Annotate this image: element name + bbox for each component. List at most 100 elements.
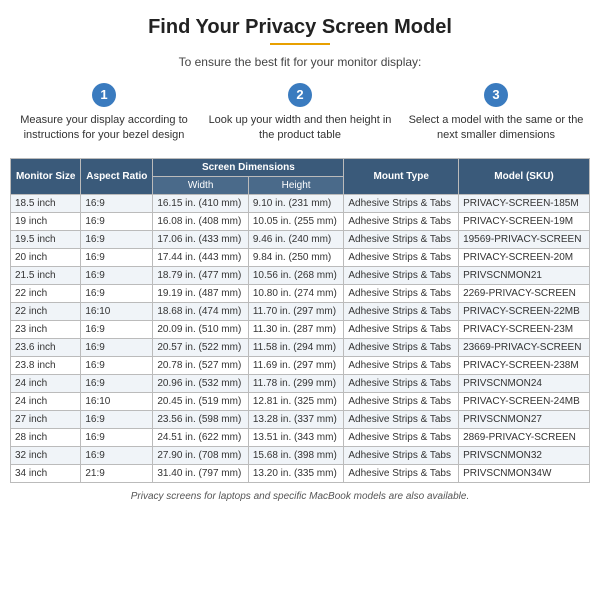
cell-height: 9.10 in. (231 mm)	[248, 194, 343, 212]
cell-size: 24 inch	[11, 392, 81, 410]
cell-ratio: 16:9	[81, 428, 153, 446]
cell-width: 17.44 in. (443 mm)	[153, 248, 248, 266]
cell-mount: Adhesive Strips & Tabs	[344, 338, 459, 356]
col-header-monitor: Monitor Size	[11, 158, 81, 194]
cell-size: 23.8 inch	[11, 356, 81, 374]
cell-size: 24 inch	[11, 374, 81, 392]
cell-mount: Adhesive Strips & Tabs	[344, 410, 459, 428]
table-row: 34 inch21:931.40 in. (797 mm)13.20 in. (…	[11, 464, 590, 482]
cell-mount: Adhesive Strips & Tabs	[344, 302, 459, 320]
cell-mount: Adhesive Strips & Tabs	[344, 230, 459, 248]
cell-width: 16.15 in. (410 mm)	[153, 194, 248, 212]
cell-size: 27 inch	[11, 410, 81, 428]
cell-height: 12.81 in. (325 mm)	[248, 392, 343, 410]
cell-ratio: 16:9	[81, 320, 153, 338]
cell-size: 32 inch	[11, 446, 81, 464]
col-header-screen-dim: Screen Dimensions	[153, 158, 344, 176]
cell-height: 11.30 in. (287 mm)	[248, 320, 343, 338]
cell-size: 34 inch	[11, 464, 81, 482]
cell-size: 18.5 inch	[11, 194, 81, 212]
cell-model: PRIVSCNMON21	[459, 266, 590, 284]
cell-model: 19569-PRIVACY-SCREEN	[459, 230, 590, 248]
table-row: 24 inch16:1020.45 in. (519 mm)12.81 in. …	[11, 392, 590, 410]
table-row: 27 inch16:923.56 in. (598 mm)13.28 in. (…	[11, 410, 590, 428]
cell-model: PRIVACY-SCREEN-20M	[459, 248, 590, 266]
cell-ratio: 16:10	[81, 392, 153, 410]
cell-height: 11.78 in. (299 mm)	[248, 374, 343, 392]
cell-width: 18.79 in. (477 mm)	[153, 266, 248, 284]
cell-ratio: 16:9	[81, 356, 153, 374]
cell-width: 16.08 in. (408 mm)	[153, 212, 248, 230]
step-2: 2 Look up your width and then height in …	[206, 83, 394, 144]
page-container: Find Your Privacy Screen Model To ensure…	[0, 0, 600, 512]
cell-width: 23.56 in. (598 mm)	[153, 410, 248, 428]
cell-model: PRIVACY-SCREEN-185M	[459, 194, 590, 212]
step-3-circle: 3	[484, 83, 508, 107]
cell-height: 11.69 in. (297 mm)	[248, 356, 343, 374]
table-row: 18.5 inch16:916.15 in. (410 mm)9.10 in. …	[11, 194, 590, 212]
cell-size: 19.5 inch	[11, 230, 81, 248]
product-table: Monitor Size Aspect Ratio Screen Dimensi…	[10, 158, 590, 483]
cell-ratio: 16:9	[81, 248, 153, 266]
table-row: 23.8 inch16:920.78 in. (527 mm)11.69 in.…	[11, 356, 590, 374]
col-header-model: Model (SKU)	[459, 158, 590, 194]
cell-ratio: 16:9	[81, 230, 153, 248]
cell-height: 9.46 in. (240 mm)	[248, 230, 343, 248]
step-2-circle: 2	[288, 83, 312, 107]
cell-model: PRIVSCNMON24	[459, 374, 590, 392]
cell-model: PRIVACY-SCREEN-19M	[459, 212, 590, 230]
cell-width: 20.09 in. (510 mm)	[153, 320, 248, 338]
step-1-circle: 1	[92, 83, 116, 107]
cell-model: PRIVSCNMON34W	[459, 464, 590, 482]
cell-height: 13.51 in. (343 mm)	[248, 428, 343, 446]
cell-height: 9.84 in. (250 mm)	[248, 248, 343, 266]
cell-ratio: 16:9	[81, 212, 153, 230]
cell-mount: Adhesive Strips & Tabs	[344, 248, 459, 266]
cell-size: 28 inch	[11, 428, 81, 446]
cell-model: 2269-PRIVACY-SCREEN	[459, 284, 590, 302]
cell-ratio: 21:9	[81, 464, 153, 482]
cell-width: 17.06 in. (433 mm)	[153, 230, 248, 248]
table-row: 32 inch16:927.90 in. (708 mm)15.68 in. (…	[11, 446, 590, 464]
col-header-width: Width	[153, 176, 248, 194]
step-3-text: Select a model with the same or the next…	[409, 114, 584, 141]
cell-ratio: 16:9	[81, 284, 153, 302]
footer-note: Privacy screens for laptops and specific…	[10, 491, 590, 502]
cell-ratio: 16:10	[81, 302, 153, 320]
cell-size: 22 inch	[11, 284, 81, 302]
table-row: 23 inch16:920.09 in. (510 mm)11.30 in. (…	[11, 320, 590, 338]
cell-height: 10.05 in. (255 mm)	[248, 212, 343, 230]
cell-mount: Adhesive Strips & Tabs	[344, 194, 459, 212]
table-row: 28 inch16:924.51 in. (622 mm)13.51 in. (…	[11, 428, 590, 446]
cell-height: 10.56 in. (268 mm)	[248, 266, 343, 284]
table-row: 24 inch16:920.96 in. (532 mm)11.78 in. (…	[11, 374, 590, 392]
cell-width: 18.68 in. (474 mm)	[153, 302, 248, 320]
cell-size: 21.5 inch	[11, 266, 81, 284]
cell-size: 20 inch	[11, 248, 81, 266]
step-3: 3 Select a model with the same or the ne…	[402, 83, 590, 144]
cell-width: 20.78 in. (527 mm)	[153, 356, 248, 374]
cell-size: 22 inch	[11, 302, 81, 320]
cell-model: PRIVSCNMON32	[459, 446, 590, 464]
cell-model: PRIVSCNMON27	[459, 410, 590, 428]
cell-mount: Adhesive Strips & Tabs	[344, 320, 459, 338]
step-1-text: Measure your display according to instru…	[20, 114, 188, 141]
cell-model: 2869-PRIVACY-SCREEN	[459, 428, 590, 446]
step-1: 1 Measure your display according to inst…	[10, 83, 198, 144]
cell-model: PRIVACY-SCREEN-238M	[459, 356, 590, 374]
cell-model: PRIVACY-SCREEN-23M	[459, 320, 590, 338]
cell-height: 10.80 in. (274 mm)	[248, 284, 343, 302]
cell-mount: Adhesive Strips & Tabs	[344, 356, 459, 374]
title-underline	[270, 43, 330, 45]
cell-width: 20.45 in. (519 mm)	[153, 392, 248, 410]
cell-mount: Adhesive Strips & Tabs	[344, 266, 459, 284]
cell-size: 19 inch	[11, 212, 81, 230]
cell-model: 23669-PRIVACY-SCREEN	[459, 338, 590, 356]
cell-size: 23 inch	[11, 320, 81, 338]
page-subtitle: To ensure the best fit for your monitor …	[10, 55, 590, 69]
col-header-mount: Mount Type	[344, 158, 459, 194]
table-row: 19 inch16:916.08 in. (408 mm)10.05 in. (…	[11, 212, 590, 230]
page-title: Find Your Privacy Screen Model	[10, 16, 590, 39]
cell-mount: Adhesive Strips & Tabs	[344, 212, 459, 230]
cell-height: 13.28 in. (337 mm)	[248, 410, 343, 428]
